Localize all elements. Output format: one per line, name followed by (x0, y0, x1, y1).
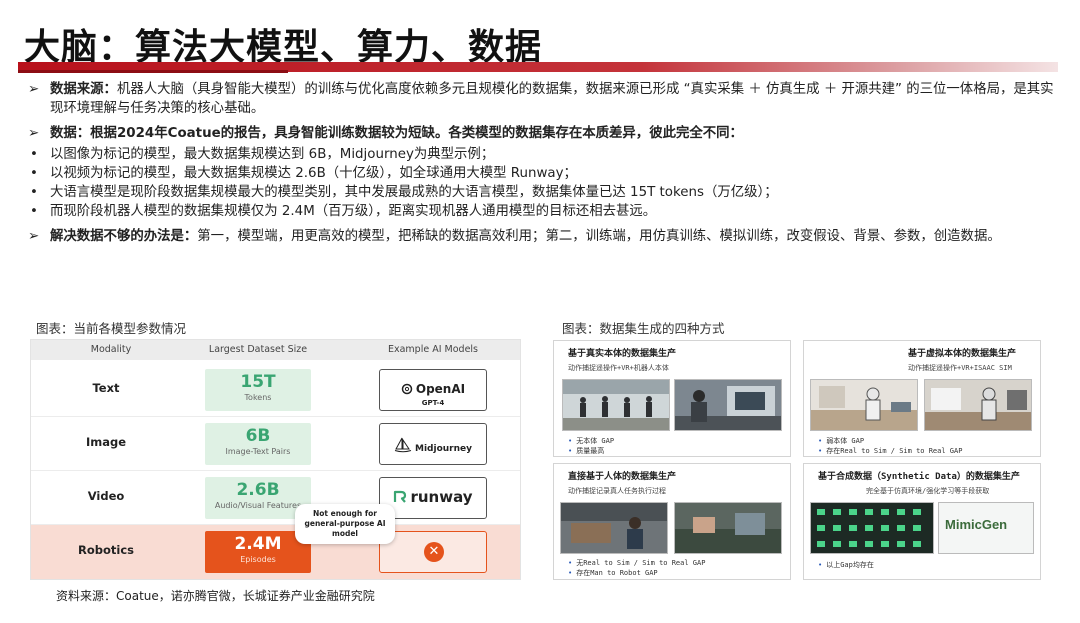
model-name: runway (410, 488, 473, 506)
dot-bullet-icon: • (568, 559, 573, 567)
caption-right: 图表：数据集生成的四种方式 (562, 321, 725, 336)
photo-robot-kitchen (810, 379, 918, 431)
photo-hand-capture (674, 502, 782, 554)
dataset-size-unit: Tokens (244, 393, 272, 402)
arrow-bullet-icon: ➢ (28, 82, 40, 97)
photo-teleop-robot (674, 379, 782, 431)
dot-bullet-icon: • (30, 185, 38, 200)
modality-label: Image (85, 435, 127, 449)
panel-real-embodiment: 基于真实本体的数据集生产 动作捕捉遥操作+VR+机器人本体 • 无本体 GAP •… (553, 340, 791, 457)
callout-bubble: Not enough for general-purpose AI model (295, 504, 395, 544)
body-text: ➢ 数据来源：机器人大脑（具身智能大模型）的训练与优化高度依赖多元且规模化的数据… (28, 80, 1058, 252)
dot-bullet-icon: • (818, 561, 823, 569)
dataset-size-value: 15T (240, 372, 276, 392)
panel-title: 直接基于人体的数据集生产 (568, 472, 677, 482)
table-row: Video 2.6B Audio/Visual Features runway (31, 471, 520, 525)
list-item: • 弱本体 GAP (818, 437, 865, 445)
table-row: Robotics 2.4M Episodes ✕ (31, 525, 520, 579)
openai-logo-icon (401, 383, 413, 398)
paragraph-lead: 解决数据不够的办法是： (50, 229, 198, 244)
column-header: Modality (90, 344, 132, 355)
panel-subtitle: 完全基于仿真环境/强化学习等手段获取 (866, 487, 990, 495)
photo-mocap-lab (562, 379, 670, 431)
dataset-size-box: 15T Tokens (205, 369, 311, 411)
panel-subtitle: 动作捕捉记录真人任务执行过程 (568, 487, 666, 495)
runway-logo-icon (393, 490, 407, 508)
dataset-size-box: 6B Image-Text Pairs (205, 423, 311, 465)
list-item: • 而现阶段机器人模型的数据集规模仅为 2.4M（百万级），距离实现机器人通用模型… (30, 204, 657, 219)
dataset-size-table: Modality Largest Dataset Size Example AI… (30, 339, 521, 580)
dot-bullet-icon: • (30, 204, 38, 219)
list-item: • 无本体 GAP (568, 437, 615, 445)
list-item: • 以视频为标记的模型，最大数据集规模达 2.6B（十亿级），如全球通用大模型 R… (30, 166, 577, 181)
panel-notes: • 无Real to Sim / Sim to Real GAP • 存在Man t… (568, 558, 705, 578)
photo-factory-worker (560, 502, 668, 554)
dot-bullet-icon: • (30, 147, 38, 162)
paragraph-data-source: ➢ 数据来源：机器人大脑（具身智能大模型）的训练与优化高度依赖多元且规模化的数据… (28, 80, 1058, 118)
panel-human-body: 直接基于人体的数据集生产 动作捕捉记录真人任务执行过程 • 无Real to Si… (553, 463, 791, 580)
dataset-size-value: 6B (245, 426, 271, 446)
panel-title: 基于合成数据（Synthetic Data）的数据集生产 (818, 472, 1020, 482)
table-row: Text 15T Tokens OpenAI GPT-4 (31, 363, 520, 417)
panel-virtual-embodiment: 基于虚拟本体的数据集生产 动作捕捉遥操作+VR+ISAAC SIM • 弱本体 G… (803, 340, 1041, 457)
table-row: Image 6B Image-Text Pairs Midjourney (31, 417, 520, 471)
dot-bullet-icon: • (818, 437, 823, 445)
mimicgen-logo: MimicGen (938, 502, 1034, 554)
paragraph-text: 第一，模型端，用更高效的模型，把稀缺的数据高效利用；第二，训练端，用仿真训练、模… (197, 229, 1001, 244)
dot-bullet-icon: • (568, 447, 573, 455)
list-item: • 以图像为标记的模型，最大数据集规模达到 6B，Midjourney为典型示例； (30, 147, 495, 162)
list-item: • 质量最高 (568, 447, 605, 455)
panel-subtitle: 动作捕捉遥操作+VR+机器人本体 (568, 364, 669, 372)
mimicgen-logo-text: MimicGen (945, 517, 1008, 532)
model-logo-box: OpenAI GPT-4 (379, 369, 487, 411)
paragraph-solution: ➢ 解决数据不够的办法是：第一，模型端，用更高效的模型，把稀缺的数据高效利用；第… (28, 227, 1058, 246)
model-subname: GPT-4 (421, 399, 445, 407)
panel-notes: • 弱本体 GAP • 存在Real to Sim / Sim to Real GA… (818, 436, 962, 456)
sailboat-logo-icon (394, 437, 412, 456)
model-name: OpenAI (415, 382, 466, 396)
model-logo-box: runway (379, 477, 487, 519)
list-item: • 存在Real to Sim / Sim to Real GAP (818, 447, 963, 455)
panel-title: 基于真实本体的数据集生产 (568, 349, 677, 359)
paragraph-text: 机器人大脑（具身智能大模型）的训练与优化高度依赖多元且规模化的数据集，数据来源已… (50, 82, 1054, 116)
list-item: • 存在Man to Robot GAP (568, 569, 658, 577)
paragraph-lead: 数据：根据2024年Coatue的报告，具身智能训练数据较为短缺。各类模型的数据… (50, 126, 743, 141)
panel-synthetic-data: 基于合成数据（Synthetic Data）的数据集生产 完全基于仿真环境/强化… (803, 463, 1041, 580)
paragraph-data: ➢ 数据：根据2024年Coatue的报告，具身智能训练数据较为短缺。各类模型的… (28, 124, 1058, 143)
panel-notes: • 无本体 GAP • 质量最高 (568, 436, 614, 456)
dot-bullet-icon: • (568, 437, 573, 445)
caption-left: 图表：当前各模型参数情况 (36, 321, 187, 336)
dataset-size-value: 2.6B (236, 480, 280, 500)
title-underline-accent (18, 70, 288, 73)
photo-robot-grid (810, 502, 934, 554)
arrow-bullet-icon: ➢ (28, 229, 40, 244)
list-item: • 大语言模型是现阶段数据集规模最大的模型类别，其中发展最成熟的大语言模型，数据集… (30, 185, 778, 200)
column-header: Example AI Models (387, 344, 479, 355)
modality-label: Text (92, 381, 120, 395)
model-name: Midjourney (415, 444, 472, 454)
panel-title: 基于虚拟本体的数据集生产 (908, 349, 1017, 359)
model-logo-box: Midjourney (379, 423, 487, 465)
table-header: Modality Largest Dataset Size Example AI… (31, 340, 520, 360)
dot-bullet-icon: • (30, 166, 38, 181)
bullet-list: • 以图像为标记的模型，最大数据集规模达到 6B，Midjourney为典型示例；… (28, 145, 1058, 221)
arrow-bullet-icon: ➢ (28, 126, 40, 141)
dataset-size-unit: Image-Text Pairs (225, 447, 291, 456)
column-header: Largest Dataset Size (208, 344, 308, 355)
dot-bullet-icon: • (818, 447, 823, 455)
model-logo-box: ✕ (379, 531, 487, 573)
photo-sim-kitchen (924, 379, 1032, 431)
list-item: • 以上Gap均存在 (818, 561, 874, 569)
panel-subtitle: 动作捕捉遥操作+VR+ISAAC SIM (908, 364, 1012, 372)
modality-label: Video (87, 489, 125, 503)
modality-label: Robotics (78, 543, 134, 557)
source-note: 资料来源：Coatue，诺亦腾官微，长城证券产业金融研究院 (56, 589, 375, 603)
list-item: • 无Real to Sim / Sim to Real GAP (568, 559, 706, 567)
close-icon: ✕ (424, 542, 444, 562)
paragraph-lead: 数据来源： (50, 82, 117, 97)
dot-bullet-icon: • (568, 569, 573, 577)
panel-notes: • 以上Gap均存在 (818, 560, 874, 570)
dataset-size-unit: Episodes (240, 555, 276, 564)
